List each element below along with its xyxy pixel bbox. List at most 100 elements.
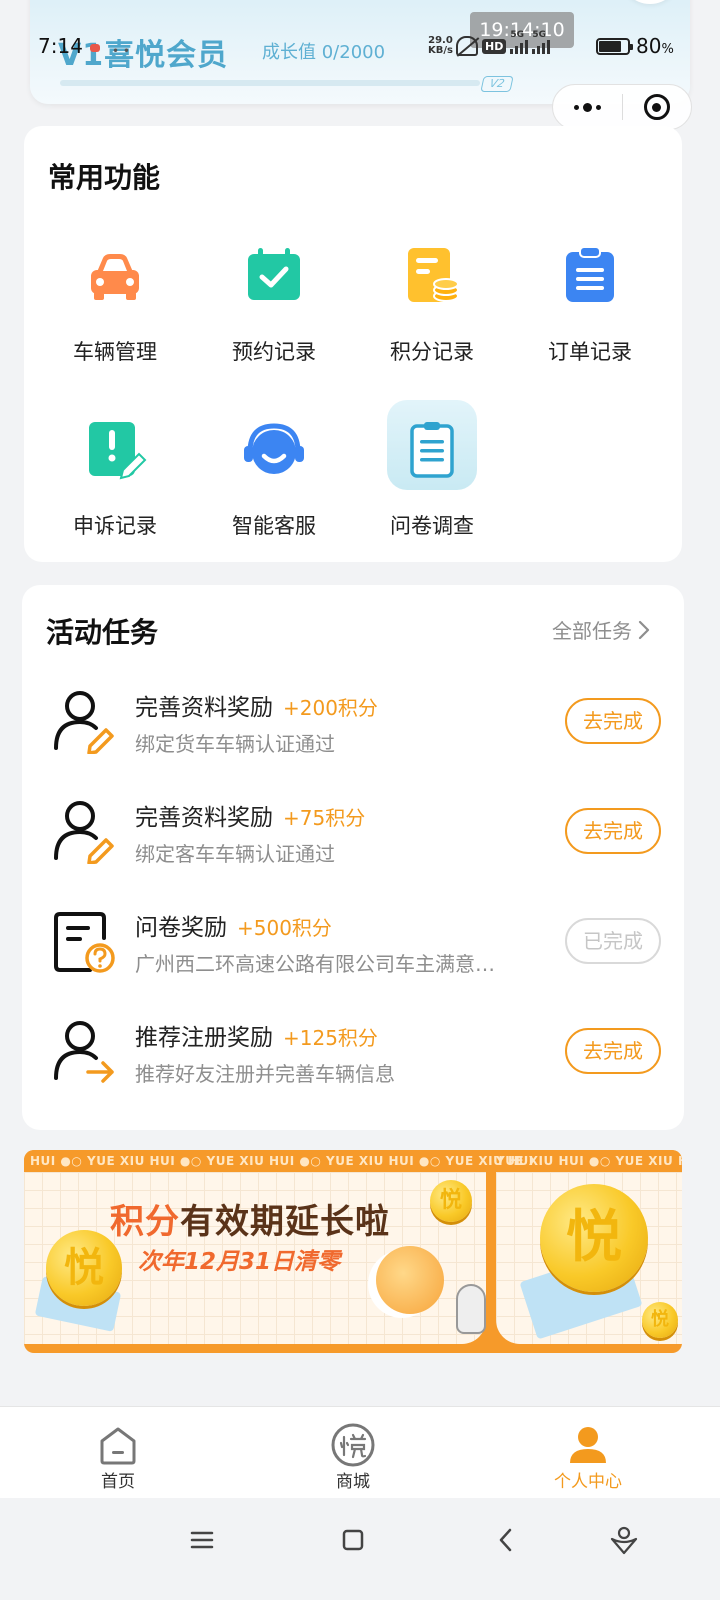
hd-icon: HD xyxy=(482,38,507,54)
menu-button[interactable] xyxy=(182,1520,222,1560)
function-vehicle-management[interactable]: 车辆管理 xyxy=(36,244,194,394)
more-dot-icon xyxy=(595,104,601,110)
function-label: 问卷调查 xyxy=(390,514,474,538)
user-edit-icon xyxy=(54,691,114,754)
user-edit-icon xyxy=(54,801,114,864)
task-go-complete-button[interactable]: 去完成 xyxy=(565,1028,661,1074)
activity-tasks-card: 活动任务 全部任务 完善资料奖励 +200积分 绑定货车车辆认证通过 去完成 完善… xyxy=(22,585,684,1130)
coin-char: 悦 xyxy=(64,1245,104,1291)
function-survey[interactable]: 问卷调查 xyxy=(353,400,511,568)
section-title-tasks: 活动任务 xyxy=(46,616,159,649)
tab-label: 首页 xyxy=(101,1472,135,1492)
task-description: 广州西二环高速公路有限公司车主满意度调查 xyxy=(135,952,513,976)
function-appeal-records[interactable]: 申诉记录 xyxy=(36,418,194,568)
menu-icon xyxy=(190,1531,214,1549)
task-points: +200积分 xyxy=(283,696,378,720)
banner-side-panel: 悦 悦 xyxy=(496,1172,682,1344)
function-points-records[interactable]: 积分记录 xyxy=(353,244,511,394)
function-smart-service[interactable]: 智能客服 xyxy=(195,418,353,568)
status-time: 7:14 xyxy=(38,34,83,58)
tab-home[interactable]: 首页 xyxy=(58,1407,178,1499)
task-row: 问卷奖励 +500积分 广州西二环高速公路有限公司车主满意度调查 已完成 xyxy=(22,908,684,1018)
task-title: 完善资料奖励 xyxy=(135,695,273,721)
member-level-title: V1喜悦会员 xyxy=(58,38,229,73)
notification-dot-icon xyxy=(90,44,100,52)
task-go-complete-button[interactable]: 去完成 xyxy=(565,698,661,744)
battery-icon xyxy=(596,38,633,55)
coin-char: 悦 xyxy=(439,1188,462,1213)
mall-icon xyxy=(331,1423,375,1467)
function-order-records[interactable]: 订单记录 xyxy=(511,244,669,394)
signal-icon-2: 5G xyxy=(532,30,551,54)
miniprogram-capsule xyxy=(552,84,692,130)
mute-bell-icon xyxy=(456,36,478,56)
task-title-line: 推荐注册奖励 +125积分 xyxy=(135,1018,378,1052)
task-row: 完善资料奖励 +75积分 绑定客车车辆认证通过 去完成 xyxy=(22,798,684,908)
task-description: 推荐好友注册并完善车辆信息 xyxy=(135,1062,395,1086)
task-points: +125积分 xyxy=(283,1026,378,1050)
all-tasks-label: 全部任务 xyxy=(552,619,632,643)
tab-label: 商城 xyxy=(336,1472,370,1492)
home-button[interactable] xyxy=(333,1520,373,1560)
function-label: 订单记录 xyxy=(548,340,632,364)
survey-icon xyxy=(410,422,454,478)
battery-unit: % xyxy=(661,42,674,57)
task-title: 推荐注册奖励 xyxy=(135,1025,273,1051)
task-title-line: 完善资料奖励 +75积分 xyxy=(135,798,365,832)
target-close-icon xyxy=(643,94,670,120)
next-level-badge: V2 xyxy=(480,76,514,92)
task-points: +500积分 xyxy=(237,916,332,940)
mascot-face-illustration xyxy=(456,1284,486,1334)
points-record-icon xyxy=(408,248,459,302)
profile-icon xyxy=(570,1427,606,1463)
banner-main-panel: 积分有效期延长啦 次年12月31日清零 悦 悦 xyxy=(24,1172,486,1344)
user-invite-icon xyxy=(54,1021,114,1083)
banner-headline: 积分有效期延长啦 xyxy=(110,1194,390,1243)
growth-progress-bar xyxy=(60,80,480,86)
all-tasks-link[interactable]: 全部任务 xyxy=(552,615,650,644)
assistant-button[interactable] xyxy=(604,1520,644,1560)
task-title: 问卷奖励 xyxy=(135,915,227,941)
car-icon xyxy=(91,254,139,300)
mascot-clock-illustration xyxy=(376,1246,444,1314)
battery-value: 80 xyxy=(636,34,662,58)
task-row: 完善资料奖励 +200积分 绑定货车车辆认证通过 去完成 xyxy=(22,688,684,798)
more-dot-icon xyxy=(573,104,579,110)
square-home-icon xyxy=(342,1529,364,1551)
banner-strip: HUI ●○ YUE XIU HUI ●○ YUE XIU HUI ●○ YUE… xyxy=(24,1150,682,1172)
task-row: 推荐注册奖励 +125积分 推荐好友注册并完善车辆信息 去完成 xyxy=(22,1018,684,1128)
calendar-check-icon xyxy=(248,248,300,300)
points-extension-banner[interactable]: HUI ●○ YUE XIU HUI ●○ YUE XIU HUI ●○ YUE… xyxy=(24,1150,682,1353)
function-label: 申诉记录 xyxy=(73,514,157,538)
banner-strip-text: HUI ●○ YUE XIU HUI ●○ YUE XIU HUI ●○ YUE… xyxy=(30,1154,534,1168)
growth-value: 成长值 0/2000 xyxy=(262,42,386,63)
clipboard-icon xyxy=(566,246,614,302)
more-notifications-icon: • • xyxy=(112,44,130,58)
task-description: 绑定货车车辆认证通过 xyxy=(135,732,335,756)
task-completed-button[interactable]: 已完成 xyxy=(565,918,661,964)
small-coin-illustration: 悦 xyxy=(642,1302,678,1338)
more-options-button[interactable] xyxy=(553,85,622,129)
coin-char: 悦 xyxy=(651,1309,669,1330)
signal-icon: 5G xyxy=(510,30,529,54)
appeal-icon xyxy=(89,422,147,480)
bottom-tab-bar: 首页 商城 个人中心 xyxy=(0,1406,720,1498)
common-functions-card: 常用功能 车辆管理 预约记录 积分记录 订单记录 申诉记录 智能客服 问卷调查 xyxy=(24,126,682,562)
more-dot-icon xyxy=(582,102,592,112)
task-go-complete-button[interactable]: 去完成 xyxy=(565,808,661,854)
banner-subline: 次年12月31日清零 xyxy=(138,1249,341,1275)
tab-profile[interactable]: 个人中心 xyxy=(528,1407,648,1499)
close-miniprogram-button[interactable] xyxy=(623,85,692,129)
small-coin-illustration: 悦 xyxy=(430,1180,472,1222)
large-coin-illustration: 悦 xyxy=(540,1184,648,1292)
function-label: 积分记录 xyxy=(390,340,474,364)
task-description: 绑定客车车辆认证通过 xyxy=(135,842,335,866)
tab-mall[interactable]: 商城 xyxy=(293,1407,413,1499)
status-icons: HD 5G 5G xyxy=(456,30,551,58)
function-appointment-records[interactable]: 预约记录 xyxy=(195,244,353,394)
network-speed: 29.0 KB/s xyxy=(428,36,453,56)
system-navigation-bar xyxy=(0,1498,720,1600)
function-label: 预约记录 xyxy=(232,340,316,364)
back-arrow-icon xyxy=(499,1528,512,1552)
back-button[interactable] xyxy=(486,1520,526,1560)
